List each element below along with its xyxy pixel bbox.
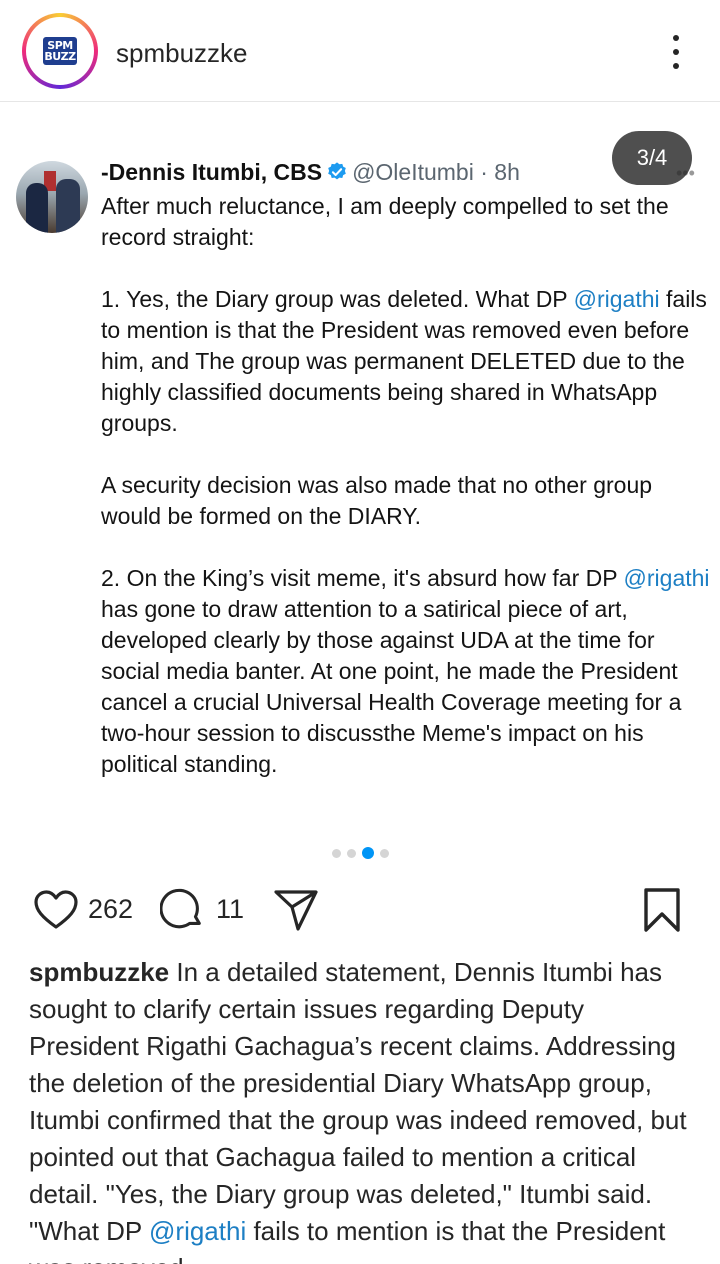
carousel-dot: [331, 848, 341, 858]
more-options-icon[interactable]: [664, 32, 688, 72]
verified-badge-icon: [328, 162, 346, 180]
tweet-mention[interactable]: @rigathi: [624, 565, 710, 591]
tweet-author-avatar: [16, 161, 88, 233]
tweet-paragraph: 2. On the King’s visit meme, it's absurd…: [101, 563, 711, 780]
carousel-dot: [346, 848, 356, 858]
tweet-text: After much reluctance, I am deeply compe…: [101, 193, 669, 250]
tweet-paragraph: A security decision was also made that n…: [101, 470, 711, 532]
spm-buzz-logo: SPM BUZZ: [43, 37, 77, 65]
post-media[interactable]: -Dennis Itumbi, CBS@OleItumbi · 8h ••• 3…: [0, 103, 720, 863]
share-icon[interactable]: [272, 886, 320, 934]
tweet-handle: @OleItumbi · 8h: [352, 159, 520, 185]
tweet-text: 2. On the King’s visit meme, it's absurd…: [101, 565, 624, 591]
tweet-text: A security decision was also made that n…: [101, 472, 653, 529]
tweet-author-name: -Dennis Itumbi, CBS: [101, 159, 323, 185]
post-username[interactable]: spmbuzzke: [116, 38, 248, 69]
tweet-mention[interactable]: @rigathi: [574, 286, 660, 312]
tweet-paragraph: After much reluctance, I am deeply compe…: [101, 191, 711, 253]
action-bar: 262 11: [0, 880, 720, 940]
like-count[interactable]: 262: [88, 894, 133, 925]
comment-count[interactable]: 11: [216, 894, 244, 925]
tweet-header: -Dennis Itumbi, CBS @OleItumbi · 8h: [101, 159, 520, 186]
carousel-dot: [379, 848, 389, 858]
tweet-text: has gone to draw attention to a satirica…: [101, 596, 682, 777]
bookmark-icon[interactable]: [640, 886, 684, 934]
post-caption: spmbuzzke In a detailed statement, Denni…: [29, 954, 699, 1264]
carousel-dot: [361, 847, 374, 859]
comment-icon[interactable]: [160, 886, 206, 934]
caption-mention[interactable]: @rigathi: [149, 1216, 246, 1246]
tweet-body: After much reluctance, I am deeply compe…: [101, 191, 711, 811]
tweet-paragraph: 1. Yes, the Diary group was deleted. Wha…: [101, 284, 711, 439]
carousel-indicator: [0, 843, 720, 863]
heart-icon[interactable]: [32, 886, 80, 934]
caption-text: In a detailed statement, Dennis Itumbi h…: [29, 957, 687, 1246]
caption-username[interactable]: spmbuzzke: [29, 957, 169, 987]
carousel-counter: 3/4: [612, 131, 692, 185]
post-header: SPM BUZZ spmbuzzke: [0, 0, 720, 102]
profile-avatar[interactable]: SPM BUZZ: [22, 13, 98, 89]
tweet-text: 1. Yes, the Diary group was deleted. Wha…: [101, 286, 574, 312]
